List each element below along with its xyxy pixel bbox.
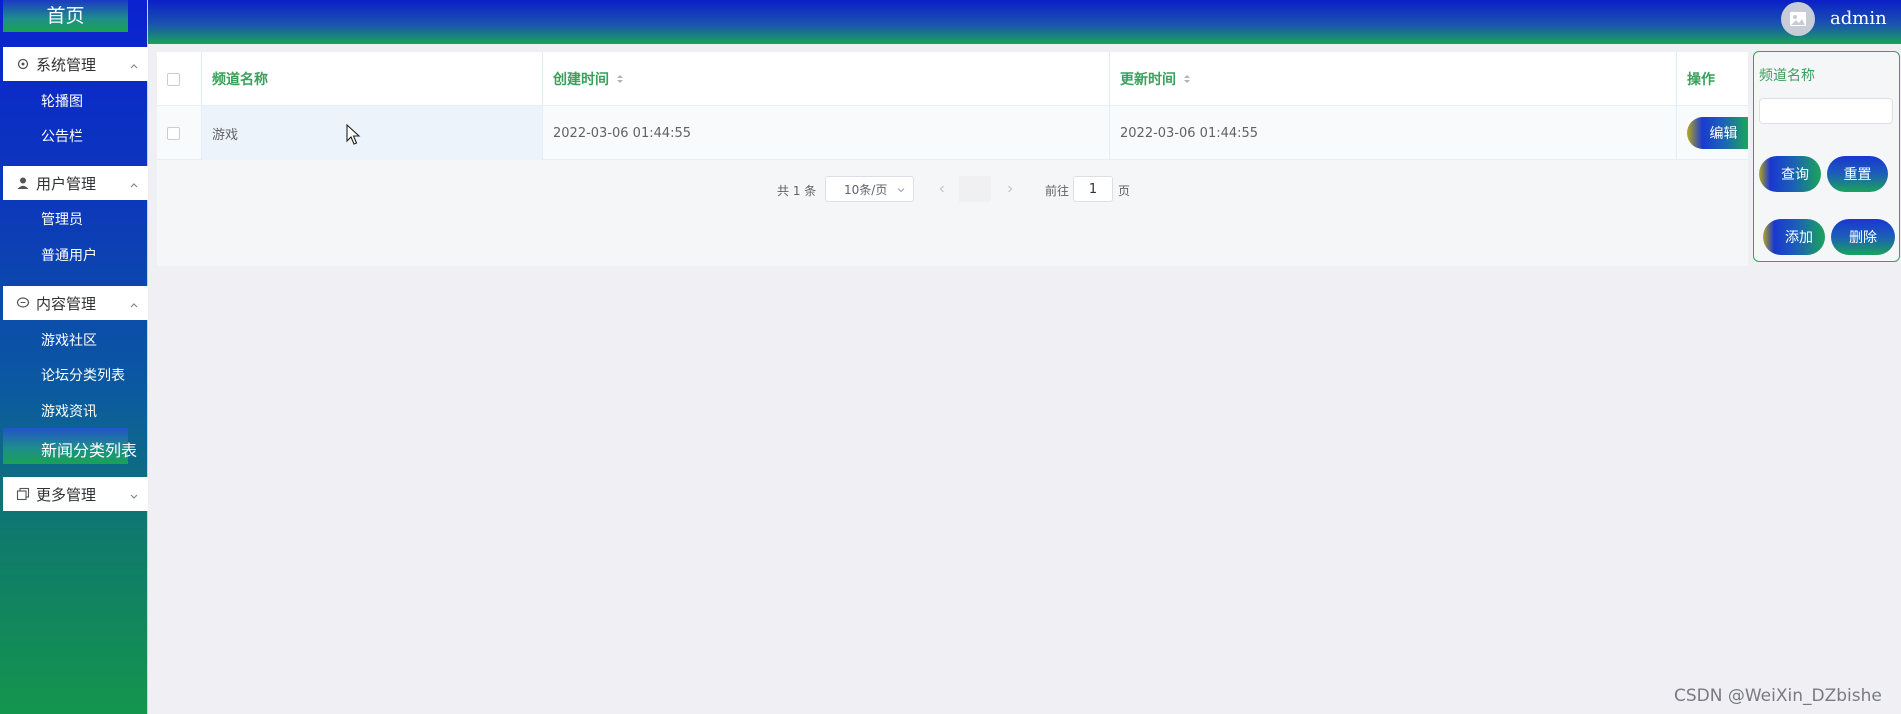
sidebar-group-users[interactable]: 用户管理 [3,166,148,200]
sidebar-group-system[interactable]: 系统管理 [3,47,148,81]
edit-button[interactable]: 编辑 [1687,117,1748,149]
sidebar-item-carousel[interactable]: 轮播图 [41,91,83,111]
table-row[interactable]: 游戏 2022-03-06 01:44:55 2022-03-06 01:44:… [157,106,1748,160]
data-table: 频道名称 创建时间 更新时间 操作 游戏 2022-03-06 01:44:55… [157,52,1748,160]
column-header-actions: 操作 [1677,52,1748,106]
column-header-label: 更新时间 [1120,72,1176,88]
column-header-created[interactable]: 创建时间 [543,52,1110,106]
chevron-left-icon [939,185,944,193]
cell-updated: 2022-03-06 01:44:55 [1110,106,1677,160]
sort-icon[interactable] [1182,72,1192,86]
channel-name-input[interactable] [1759,98,1893,124]
chevron-up-icon [128,57,140,69]
select-all-cell [157,52,202,106]
sidebar-item-notice[interactable]: 公告栏 [41,126,83,146]
chevron-up-icon [128,296,140,308]
table-panel: 频道名称 创建时间 更新时间 操作 游戏 2022-03-06 01:44:55… [157,52,1748,266]
sidebar-home[interactable]: 首页 [3,0,128,32]
page-size-value: 10条/页 [844,182,888,197]
sort-icon[interactable] [615,72,625,86]
chat-icon [16,296,30,310]
add-button[interactable]: 添加 [1763,219,1825,255]
sidebar-group-label: 系统管理 [36,55,97,74]
table-header-row: 频道名称 创建时间 更新时间 操作 [157,52,1748,106]
column-header-updated[interactable]: 更新时间 [1110,52,1677,106]
mouse-cursor-icon [346,124,361,145]
page-number[interactable] [959,176,991,202]
image-placeholder-icon [1790,12,1806,26]
chevron-right-icon [1008,185,1013,193]
column-header-name: 频道名称 [202,52,543,106]
next-page-button[interactable] [995,176,1025,202]
prev-page-button[interactable] [927,176,957,202]
sidebar-item-game-community[interactable]: 游戏社区 [41,330,97,350]
chevron-down-icon [128,487,140,499]
sidebar-item-game-news[interactable]: 游戏资讯 [41,401,97,421]
query-button[interactable]: 查询 [1759,156,1821,192]
sidebar: 首页 系统管理 轮播图 公告栏 用户管理 管理员 普通用户 内容管理 游戏社区 … [0,0,148,714]
sidebar-item-normal-users[interactable]: 普通用户 [41,245,97,265]
column-header-label: 操作 [1687,72,1715,88]
chevron-down-icon [897,188,905,193]
reset-button[interactable]: 重置 [1827,156,1888,192]
sidebar-item-admins[interactable]: 管理员 [41,209,83,229]
watermark: CSDN @WeiXin_DZbishe [1674,686,1882,706]
column-header-label: 创建时间 [553,72,609,88]
sidebar-item-label: 新闻分类列表 [41,441,138,460]
select-all-checkbox[interactable] [167,72,180,86]
sidebar-item-news-categories[interactable]: 新闻分类列表 [3,428,148,464]
page-size-select[interactable]: 10条/页 [825,176,914,202]
cell-text: 游戏 [212,127,239,143]
pagination-total: 共 1 条 [777,184,817,198]
search-panel: 频道名称 查询 重置 添加 删除 [1753,51,1900,262]
username[interactable]: admin [1830,8,1887,29]
gear-icon [16,57,30,71]
user-icon [16,176,30,190]
top-header: admin [0,0,1901,44]
chevron-up-icon [128,176,140,188]
copy-icon [16,487,30,501]
sidebar-group-content[interactable]: 内容管理 [3,286,148,320]
row-select-cell [157,106,202,160]
avatar[interactable] [1781,2,1815,36]
cell-created: 2022-03-06 01:44:55 [543,106,1110,160]
goto-label: 前往 [1045,184,1070,198]
cell-text: 2022-03-06 01:44:55 [553,125,692,141]
sidebar-item-forum-categories[interactable]: 论坛分类列表 [41,365,125,385]
sidebar-group-label: 内容管理 [36,294,97,313]
sidebar-group-more[interactable]: 更多管理 [3,477,148,511]
sidebar-group-label: 用户管理 [36,174,97,193]
sidebar-group-label: 更多管理 [36,485,97,504]
page-suffix: 页 [1118,184,1131,198]
search-field-label: 频道名称 [1759,68,1815,84]
row-checkbox[interactable] [167,126,180,140]
column-header-label: 频道名称 [212,72,268,88]
delete-button[interactable]: 删除 [1831,219,1895,255]
cell-text: 2022-03-06 01:44:55 [1120,125,1259,141]
pagination: 共 1 条 10条/页 前往 1 页 [157,176,1748,204]
cell-name: 游戏 [202,106,543,160]
page-jump-input[interactable]: 1 [1073,176,1113,202]
